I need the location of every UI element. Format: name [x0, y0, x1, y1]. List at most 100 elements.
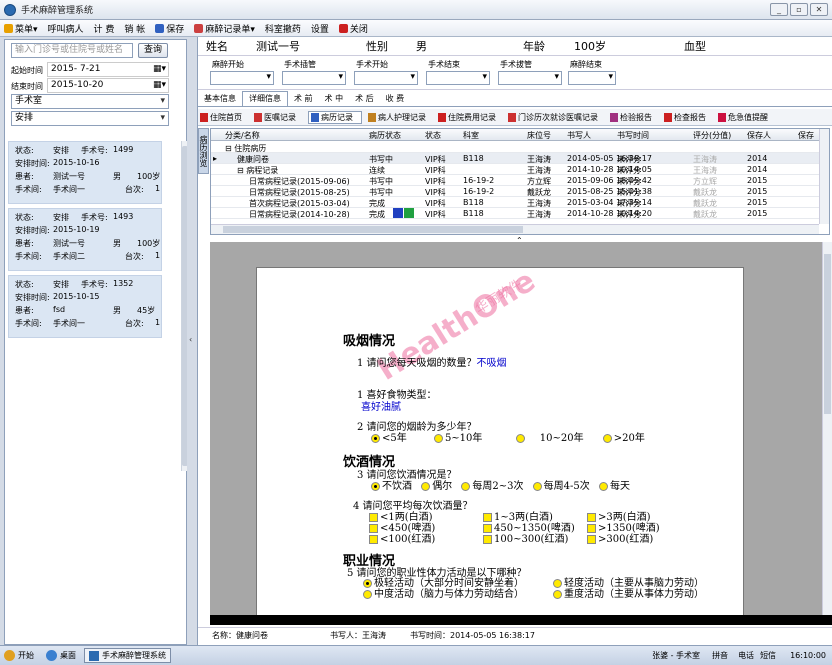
- record-tab-7[interactable]: 检查报告: [664, 112, 712, 123]
- option-4[interactable]: <100(红酒): [369, 530, 435, 545]
- record-tab-4[interactable]: 住院费用记录: [438, 112, 502, 123]
- toolbar-item-7[interactable]: 设置: [311, 22, 329, 35]
- options-3[interactable]: 不饮酒 偶尔 每周2~3次 每周4-5次 每天: [371, 477, 630, 492]
- start-date-picker[interactable]: 2015- 7-21 ▦▾: [47, 62, 169, 77]
- tab-3[interactable]: 术 中: [319, 93, 350, 106]
- phone-button[interactable]: 电话: [738, 650, 754, 661]
- desktop-button[interactable]: 桌面: [46, 650, 76, 661]
- card-room-label: 手术间:: [15, 319, 42, 328]
- tab-0[interactable]: 基本信息: [198, 93, 242, 106]
- sms-button[interactable]: 短信: [760, 650, 776, 661]
- record-tab-1[interactable]: 医嘱记录: [254, 112, 302, 123]
- status-color-blue: [393, 208, 403, 218]
- table-row[interactable]: 日常病程记录(2014-10-28) 完成 VIP科 B118 王海涛 2014-10-2…: [211, 208, 819, 219]
- op-time-select[interactable]: [282, 71, 346, 85]
- row-cell: B118: [463, 209, 484, 218]
- toolbar-icon: [194, 23, 204, 33]
- record-tab-3[interactable]: 病人护理记录: [368, 112, 432, 123]
- toolbar-item-3[interactable]: 销 帐: [124, 22, 145, 35]
- toolbar-item-0[interactable]: 菜单▾: [4, 22, 38, 35]
- record-tab-6[interactable]: 检验报告: [610, 112, 658, 123]
- grid-col-header[interactable]: 状态: [425, 130, 441, 141]
- search-button[interactable]: 查询: [138, 43, 168, 58]
- grid-col-header[interactable]: 保存人: [747, 130, 771, 141]
- card-sex: 男: [113, 172, 121, 181]
- minimize-button[interactable]: _: [770, 3, 788, 16]
- room-select[interactable]: 手术室: [11, 94, 169, 109]
- surgery-card[interactable]: 状态: 安排 手术号: 1499 安排时间: 2015-10-16 患者: 测试一号 男 100岁…: [8, 141, 162, 204]
- card-status-label: 状态:: [15, 213, 34, 222]
- table-row[interactable]: ▸ 健康问卷 书写中 VIP科 B118 王海涛 2014-05-05 16:38:17 未评…: [211, 153, 819, 164]
- option-5c[interactable]: 中度活动（脑力与体力劳动结合）: [363, 585, 524, 600]
- tab-2[interactable]: 术 前: [288, 93, 319, 106]
- table-row[interactable]: 日常病程记录(2015-09-06) 书写中 VIP科 16-19-2 方立辉 2015-…: [211, 175, 819, 186]
- surgery-card[interactable]: 状态: 安排 手术号: 1352 安排时间: 2015-10-15 患者: fsd 男 45岁 手术…: [8, 275, 162, 338]
- toolbar-item-5[interactable]: 麻醉记录单▾: [194, 22, 255, 35]
- grid-col-header[interactable]: 书写人: [567, 130, 591, 141]
- option-4[interactable]: >300(红酒): [587, 530, 653, 545]
- op-time-select[interactable]: [354, 71, 418, 85]
- record-tab-8[interactable]: 危急值提醒: [718, 112, 774, 123]
- option-5d[interactable]: 重度活动（主要从事体力劳动）: [553, 585, 704, 600]
- op-label: 手术开始: [356, 60, 388, 69]
- options-2[interactable]: <5年 5~10年 10~20年 >20年: [371, 429, 645, 444]
- op-time-select[interactable]: [426, 71, 490, 85]
- record-tab-icon: [508, 112, 516, 122]
- grid-hscroll[interactable]: [211, 224, 819, 234]
- toolbar-item-8[interactable]: 关闭: [338, 22, 368, 35]
- grid-col-header[interactable]: 床位号: [527, 130, 551, 141]
- grid-col-header[interactable]: 科室: [463, 130, 479, 141]
- toolbar-item-4[interactable]: 保存: [155, 22, 184, 35]
- op-time-select[interactable]: [498, 71, 562, 85]
- toolbar-item-1[interactable]: 呼叫病人: [48, 22, 84, 35]
- grid-col-header[interactable]: 保存: [798, 130, 814, 141]
- close-button[interactable]: ✕: [810, 3, 828, 16]
- info-tabs: 基本信息 详细信息术 前术 中术 后收 费: [198, 91, 832, 107]
- search-input[interactable]: 输入门诊号或住院号或姓名: [11, 43, 133, 58]
- tab-1[interactable]: 详细信息: [242, 91, 288, 106]
- answer-1b: 喜好油腻: [361, 402, 401, 413]
- op-time-select[interactable]: [568, 71, 616, 85]
- grid-col-header[interactable]: 分类/名称: [225, 130, 260, 141]
- arrange-status-select[interactable]: 安排: [11, 111, 169, 126]
- table-row[interactable]: 日常病程记录(2015-08-25) 书写中 VIP科 16-19-2 戴跃龙 2015-…: [211, 186, 819, 197]
- record-tab-icon: [718, 112, 726, 122]
- toolbar-item-6[interactable]: 科室撤药: [265, 22, 301, 35]
- grid-col-header[interactable]: 评分(分值): [693, 130, 731, 141]
- surgery-list-panel: 输入门诊号或住院号或姓名 查询 起始时间 2015- 7-21 ▦▾ 结束时间 2…: [4, 39, 188, 645]
- taskbar-app-button[interactable]: 手术麻醉管理系统: [84, 648, 171, 663]
- card-time-label: 安排时间:: [15, 159, 50, 168]
- option-4[interactable]: 100~300(红酒): [483, 530, 568, 545]
- card-no-label: 手术号:: [81, 146, 108, 155]
- start-button[interactable]: 开始: [4, 650, 34, 661]
- table-row[interactable]: ⊟ 病程记录 连续 VIP科 王海涛 2014-10-28 10:14:05 未评分 王海涛…: [211, 164, 819, 175]
- panel-splitter[interactable]: ‹: [187, 39, 197, 645]
- card-sex: 男: [113, 239, 121, 248]
- document-vscroll[interactable]: [822, 242, 832, 615]
- card-age: 100岁: [137, 239, 161, 248]
- row-cell: 王海涛: [527, 210, 551, 219]
- grid-col-header[interactable]: 书写时间: [617, 130, 649, 141]
- grid-vscroll[interactable]: [819, 129, 829, 224]
- card-time: 2015-10-19: [53, 225, 100, 234]
- card-time: 2015-10-15: [53, 292, 100, 301]
- grid-col-header[interactable]: 病历状态: [369, 130, 401, 141]
- table-row[interactable]: ⊟ 住院病历: [211, 142, 819, 153]
- row-cell: 戴跃龙: [693, 210, 717, 219]
- card-status: 安排: [53, 280, 69, 289]
- document-hscroll[interactable]: [210, 615, 832, 625]
- surgery-card[interactable]: 状态: 安排 手术号: 1493 安排时间: 2015-10-19 患者: 测试一号 男 100岁…: [8, 208, 162, 271]
- side-tab-record-browse[interactable]: 病历浏览: [198, 128, 209, 174]
- table-row[interactable]: 首次病程记录(2015-03-04) 完成 VIP科 B118 王海涛 2015-03-0…: [211, 197, 819, 208]
- record-tab-0[interactable]: 住院首页: [200, 112, 248, 123]
- toolbar-item-2[interactable]: 计 费: [94, 22, 115, 35]
- desktop-icon: [46, 650, 57, 661]
- record-tab-5[interactable]: 门诊历次就诊医嘱记录: [508, 112, 604, 123]
- end-date-picker[interactable]: 2015-10-20 ▦▾: [47, 78, 169, 93]
- ime-indicator[interactable]: 拼音: [712, 650, 728, 661]
- op-time-select[interactable]: [210, 71, 274, 85]
- tab-5[interactable]: 收 费: [380, 93, 411, 106]
- record-tab-2[interactable]: 病历记录: [308, 110, 362, 124]
- tab-4[interactable]: 术 后: [349, 93, 380, 106]
- maximize-button[interactable]: ▫: [790, 3, 808, 16]
